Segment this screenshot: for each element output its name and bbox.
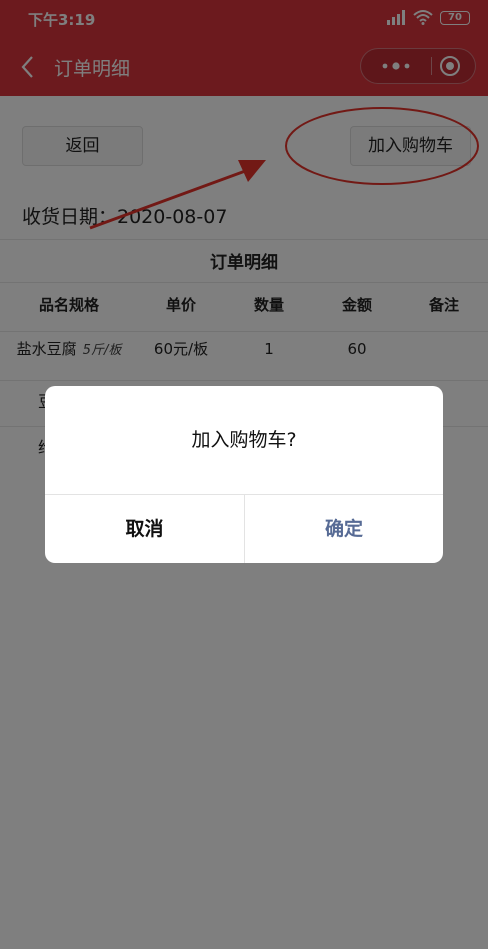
cancel-button[interactable]: 取消 <box>45 495 244 563</box>
dialog-message: 加入购物车? <box>191 429 297 451</box>
confirm-dialog: 加入购物车? 取消 确定 <box>45 386 443 563</box>
confirm-button[interactable]: 确定 <box>245 495 443 563</box>
